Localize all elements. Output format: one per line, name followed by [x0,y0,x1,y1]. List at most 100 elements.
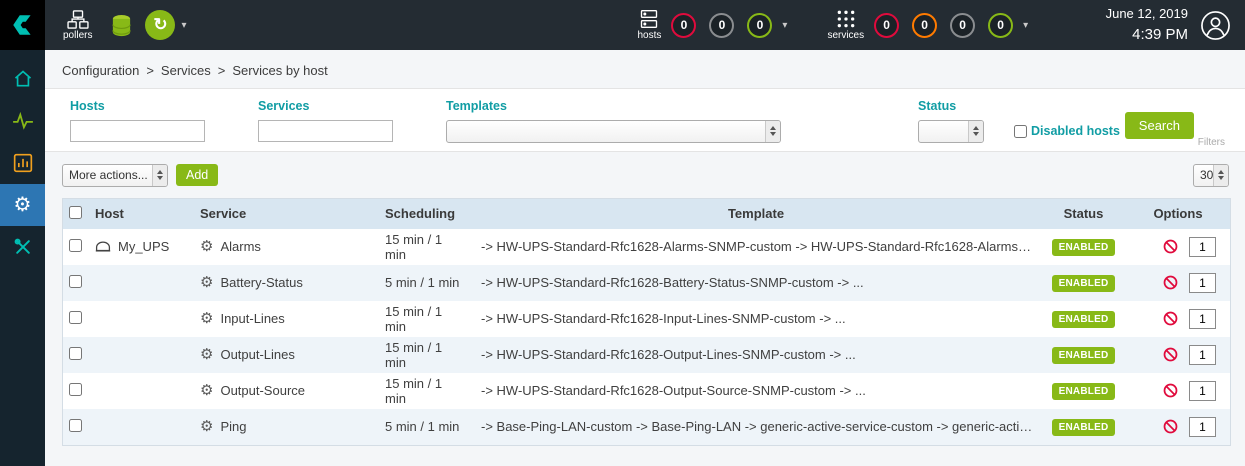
datetime: June 12, 2019 4:39 PM [1106,5,1188,44]
row-checkbox[interactable] [69,275,82,288]
service-name[interactable]: Ping [220,419,246,434]
status-counter[interactable]: 0 [874,13,899,38]
disable-icon[interactable] [1163,275,1178,290]
duplicate-count-input[interactable] [1189,237,1216,257]
filter-panel: Hosts Services Templates Status [45,88,1245,152]
status-counter[interactable]: 0 [747,13,772,38]
platform-status-button[interactable]: ↻ ▾ [145,10,186,40]
scheduling-cell: 15 min / 1 min [371,337,471,373]
service-name[interactable]: Battery-Status [220,275,302,290]
centreon-logo[interactable] [0,0,45,50]
table-row: ⚙ Output-Source 15 min / 1 min -> HW-UPS… [63,373,1230,409]
breadcrumb-separator: > [146,63,154,78]
scheduling-cell: 5 min / 1 min [371,265,471,301]
refresh-icon: ↻ [145,10,175,40]
hosts-filter-input[interactable] [70,120,205,142]
service-name[interactable]: Output-Lines [220,347,294,362]
chevron-down-icon: ▾ [181,20,186,31]
hosts-filter-label: Hosts [70,100,258,113]
services-menu-button[interactable]: services [827,9,864,41]
services-status-group: services 0 0 0 0 ▾ [827,9,1028,41]
services-icon [836,9,856,29]
disabled-hosts-checkbox[interactable] [1014,125,1027,138]
chart-icon [13,153,33,173]
hosts-menu-button[interactable]: hosts [638,9,662,41]
sidebar-item-monitoring[interactable] [0,100,45,142]
status-counter[interactable]: 0 [671,13,696,38]
status-select[interactable] [918,120,984,143]
disable-icon[interactable] [1163,383,1178,398]
row-checkbox[interactable] [69,383,82,396]
table-row: ⚙ Input-Lines 15 min / 1 min -> HW-UPS-S… [63,301,1230,337]
status-counter[interactable]: 0 [950,13,975,38]
user-menu-button[interactable] [1200,10,1231,41]
page-size-select[interactable]: 30 [1193,164,1229,187]
duplicate-count-input[interactable] [1189,417,1216,437]
services-filter-input[interactable] [258,120,393,142]
host-device-icon [95,240,111,253]
table-row: ⚙ Ping 5 min / 1 min -> Base-Ping-LAN-cu… [63,409,1230,445]
select-all-checkbox[interactable] [69,206,82,219]
select-stepper-icon [152,165,167,186]
header-options: Options [1126,199,1230,229]
row-checkbox[interactable] [69,347,82,360]
filters-caption: Filters [1198,137,1225,148]
status-counter[interactable]: 0 [709,13,734,38]
templates-select-value [447,131,765,132]
duplicate-count-input[interactable] [1189,381,1216,401]
service-name[interactable]: Alarms [220,239,260,254]
pollers-icon [67,10,89,29]
disable-icon[interactable] [1163,419,1178,434]
disable-icon[interactable] [1163,311,1178,326]
disable-icon[interactable] [1163,347,1178,362]
content: Configuration>Services>Services by host … [45,50,1245,466]
add-button[interactable]: Add [176,164,218,186]
duplicate-count-input[interactable] [1189,309,1216,329]
template-cell: -> HW-UPS-Standard-Rfc1628-Alarms-SNMP-c… [471,229,1041,265]
action-row: More actions... Add 30 [45,152,1245,196]
table-body: My_UPS ⚙ Alarms 15 min / 1 min -> HW-UPS… [63,229,1230,445]
status-counter[interactable]: 0 [988,13,1013,38]
template-cell: -> HW-UPS-Standard-Rfc1628-Input-Lines-S… [471,301,1041,337]
hosts-status-group: hosts 0 0 0 ▾ [638,9,788,41]
status-counter[interactable]: 0 [912,13,937,38]
host-name[interactable]: My_UPS [118,239,169,254]
status-badge: ENABLED [1052,419,1116,436]
header-template: Template [471,199,1041,229]
service-name[interactable]: Output-Source [220,383,305,398]
more-actions-select[interactable]: More actions... [62,164,168,187]
scheduling-cell: 15 min / 1 min [371,373,471,409]
table-row: ⚙ Output-Lines 15 min / 1 min -> HW-UPS-… [63,337,1230,373]
duplicate-count-input[interactable] [1189,273,1216,293]
templates-select[interactable] [446,120,781,143]
breadcrumb-services[interactable]: Services [161,63,211,78]
breadcrumb-services-by-host[interactable]: Services by host [232,63,327,78]
disable-icon[interactable] [1163,239,1178,254]
table-row: My_UPS ⚙ Alarms 15 min / 1 min -> HW-UPS… [63,229,1230,265]
template-cell: -> HW-UPS-Standard-Rfc1628-Output-Source… [471,373,1041,409]
services-chevron-icon[interactable]: ▾ [1023,20,1028,31]
row-checkbox[interactable] [69,239,82,252]
sidebar-item-administration[interactable] [0,226,45,268]
status-counter-value: 0 [757,18,764,32]
search-button[interactable]: Search [1125,112,1194,139]
table-row: ⚙ Battery-Status 5 min / 1 min -> HW-UPS… [63,265,1230,301]
sidebar-item-reporting[interactable] [0,142,45,184]
status-counter-value: 0 [883,18,890,32]
row-checkbox[interactable] [69,419,82,432]
sidebar-item-home[interactable] [0,58,45,100]
breadcrumb-configuration[interactable]: Configuration [62,63,139,78]
hosts-chevron-icon[interactable]: ▾ [782,20,787,31]
pollers-button[interactable]: pollers [63,10,92,41]
centreon-logo-icon [10,12,36,38]
sidebar-item-configuration[interactable]: ⚙ [0,184,45,226]
service-gear-icon: ⚙ [200,311,213,326]
duplicate-count-input[interactable] [1189,345,1216,365]
scheduling-cell: 15 min / 1 min [371,301,471,337]
database-status-button[interactable] [110,14,133,39]
status-badge: ENABLED [1052,347,1116,364]
more-actions-select-value: More actions... [63,168,152,182]
service-name[interactable]: Input-Lines [220,311,284,326]
disabled-hosts-label: Disabled hosts [1031,124,1120,138]
row-checkbox[interactable] [69,311,82,324]
